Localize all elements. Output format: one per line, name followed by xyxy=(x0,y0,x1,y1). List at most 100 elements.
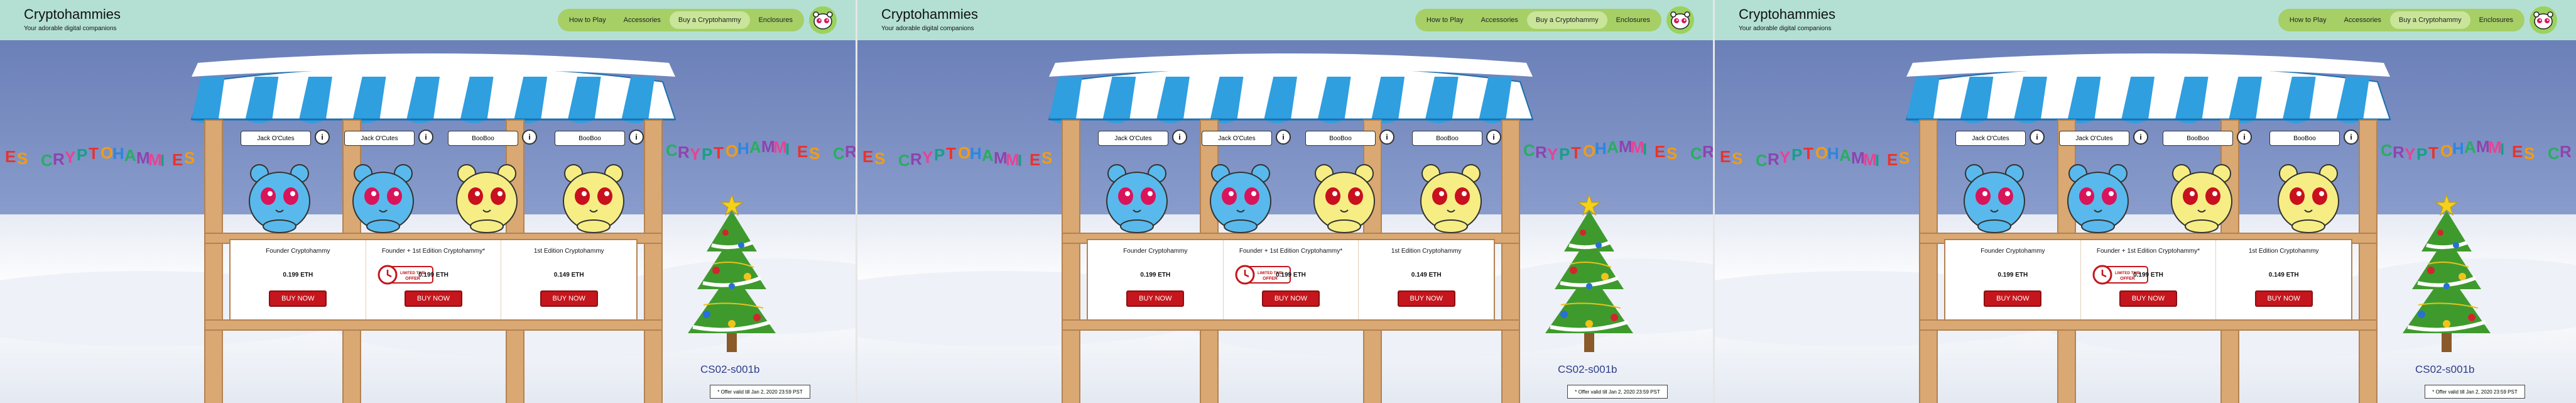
banner-letter: Y xyxy=(690,144,701,163)
banner-letter: H xyxy=(970,144,982,163)
christmas-tree xyxy=(2403,194,2491,352)
brand[interactable]: Cryptohammies Your adorable digital comp… xyxy=(1739,6,1835,32)
info-icon[interactable]: i xyxy=(2133,130,2148,145)
nav-enclosures[interactable]: Enclosures xyxy=(2470,11,2522,29)
banner-letter: H xyxy=(2452,139,2464,158)
nav-pill: How to Play Accessories Buy a Cryptohamm… xyxy=(557,9,804,31)
hamster-pet[interactable] xyxy=(1413,156,1489,238)
info-icon[interactable]: i xyxy=(629,130,644,145)
banner-letter: P xyxy=(1791,145,1803,165)
info-icon[interactable]: i xyxy=(1379,130,1394,145)
hamster-pet[interactable] xyxy=(1957,156,2032,238)
info-icon[interactable]: i xyxy=(2237,130,2252,145)
nav-accessories[interactable]: Accessories xyxy=(615,11,670,29)
hamster-pet[interactable] xyxy=(2060,156,2136,238)
info-icon[interactable]: i xyxy=(1276,130,1291,145)
nav-how-to-play[interactable]: How to Play xyxy=(2281,11,2335,29)
hamster-pet[interactable] xyxy=(1307,156,1382,238)
banner-letter: R xyxy=(2560,142,2572,162)
info-icon[interactable]: i xyxy=(522,130,537,145)
christmas-tree xyxy=(1545,194,1633,352)
pet-name-tag: Jack O'Cutes xyxy=(1202,131,1272,146)
main-nav: How to Play Accessories Buy a Cryptohamm… xyxy=(557,6,837,34)
buy-now-button[interactable]: BUY NOW xyxy=(1397,290,1455,307)
hamster-pet[interactable] xyxy=(1203,156,1278,238)
nav-enclosures[interactable]: Enclosures xyxy=(1607,11,1659,29)
buy-now-button[interactable]: BUY NOW xyxy=(2119,290,2177,307)
brand[interactable]: Cryptohammies Your adorable digital comp… xyxy=(24,6,121,32)
info-icon[interactable]: i xyxy=(1486,130,1501,145)
user-avatar[interactable] xyxy=(2530,6,2557,34)
banner-letter: Y xyxy=(922,147,933,167)
offer-price: 0.199 ETH xyxy=(2133,272,2163,279)
offer-price: 0.199 ETH xyxy=(1276,272,1306,279)
offer-card: Founder Cryptohammy 0.199 ETH BUY NOW xyxy=(1945,240,2081,319)
hamster-pet[interactable] xyxy=(556,156,631,238)
hamster-pet[interactable] xyxy=(345,156,421,238)
banner-letter: R xyxy=(1768,150,1780,169)
banner-letter: C xyxy=(1523,141,1535,160)
hamster-pet[interactable] xyxy=(2164,156,2239,238)
banner-letter: C xyxy=(2548,144,2560,163)
info-icon[interactable]: i xyxy=(418,130,433,145)
banner-letter: T xyxy=(946,143,956,163)
nav-accessories[interactable]: Accessories xyxy=(1472,11,1527,29)
offer-card: Founder + 1st Edition Cryptohammy* LIMIT… xyxy=(366,240,502,319)
banner-letter: A xyxy=(982,146,994,165)
info-icon[interactable]: i xyxy=(2030,130,2045,145)
pet-name-tag: Jack O'Cutes xyxy=(1955,131,2026,146)
banner-letter: P xyxy=(2416,144,2428,163)
nav-buy-cryptohammy[interactable]: Buy a Cryptohammy xyxy=(669,11,750,29)
user-avatar[interactable] xyxy=(1666,6,1694,34)
banner-letter: A xyxy=(2464,137,2476,157)
pet-name-tag: Jack O'Cutes xyxy=(344,131,415,146)
nav-enclosures[interactable]: Enclosures xyxy=(750,11,802,29)
hamster-pet[interactable] xyxy=(2271,156,2346,238)
striped-awning xyxy=(1048,53,1534,123)
hamster-face-icon xyxy=(813,11,833,30)
offer-price: 0.199 ETH xyxy=(1140,272,1171,279)
banner-letter: S xyxy=(1666,143,1678,163)
offer-validity-note: * Offer valid till Jan 2, 2020 23:59 PST xyxy=(710,385,810,399)
brand[interactable]: Cryptohammies Your adorable digital comp… xyxy=(881,6,978,32)
banner-letter: R xyxy=(1702,142,1714,162)
nav-buy-cryptohammy[interactable]: Buy a Cryptohammy xyxy=(1526,11,1607,29)
info-icon[interactable]: i xyxy=(1172,130,1187,145)
info-icon[interactable]: i xyxy=(315,130,330,145)
banner-letter: T xyxy=(1571,143,1581,163)
info-icon[interactable]: i xyxy=(2344,130,2359,145)
buy-now-button[interactable]: BUY NOW xyxy=(1984,290,2042,307)
nav-pill: How to Play Accessories Buy a Cryptohamm… xyxy=(2278,9,2524,31)
nav-buy-cryptohammy[interactable]: Buy a Cryptohammy xyxy=(2389,11,2470,29)
brand-title: Cryptohammies xyxy=(1739,6,1836,22)
hamster-pet[interactable] xyxy=(449,156,524,238)
offer-title: 1st Edition Cryptohammy xyxy=(1391,248,1462,255)
nav-pill: How to Play Accessories Buy a Cryptohamm… xyxy=(1415,9,1661,31)
nav-how-to-play[interactable]: How to Play xyxy=(560,11,615,29)
buy-now-button[interactable]: BUY NOW xyxy=(269,290,327,307)
offer-card: Founder Cryptohammy 0.199 ETH BUY NOW xyxy=(231,240,366,319)
hamster-pet[interactable] xyxy=(242,156,317,238)
pet-name-tag: BooBoo xyxy=(1305,131,1376,146)
offer-title: Founder Cryptohammy xyxy=(266,248,330,255)
banner-letter: I xyxy=(1875,150,1880,170)
buy-now-button[interactable]: BUY NOW xyxy=(405,290,462,307)
offer-price: 0.199 ETH xyxy=(283,272,313,279)
buy-now-button[interactable]: BUY NOW xyxy=(2254,290,2313,307)
banner-letter: O xyxy=(958,143,971,163)
pet-name-tag: BooBoo xyxy=(1412,131,1482,146)
banner-letter: H xyxy=(737,139,749,158)
buy-now-button[interactable]: BUY NOW xyxy=(540,290,598,307)
offer-cards: Founder Cryptohammy 0.199 ETH BUY NOW Fo… xyxy=(1087,239,1495,321)
nav-how-to-play[interactable]: How to Play xyxy=(1418,11,1472,29)
offer-card: 1st Edition Cryptohammy 0.149 ETH BUY NO… xyxy=(1359,240,1494,319)
offer-price: 0.149 ETH xyxy=(2268,272,2299,279)
market-stand: Jack O'Cutes i Jack O'Cutes i BooBoo i BooB… xyxy=(190,50,677,403)
banner-letter: S xyxy=(184,148,195,168)
banner-letter: R xyxy=(1535,143,1547,162)
buy-now-button[interactable]: BUY NOW xyxy=(1262,290,1320,307)
user-avatar[interactable] xyxy=(809,6,837,34)
buy-now-button[interactable]: BUY NOW xyxy=(1126,290,1185,307)
hamster-pet[interactable] xyxy=(1099,156,1175,238)
nav-accessories[interactable]: Accessories xyxy=(2335,11,2390,29)
